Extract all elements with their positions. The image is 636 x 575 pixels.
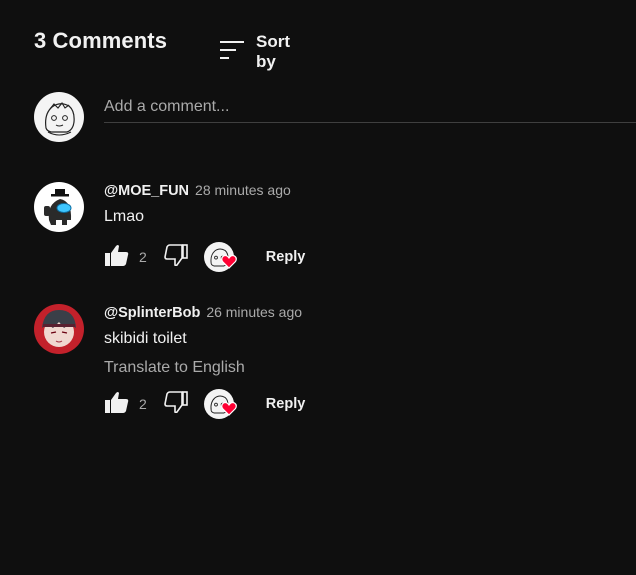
dislike-button[interactable] bbox=[163, 390, 189, 418]
like-count: 2 bbox=[139, 396, 147, 412]
comment-text: Lmao bbox=[104, 208, 145, 225]
thumb-up-icon bbox=[105, 244, 129, 271]
thumb-up-icon bbox=[105, 391, 129, 418]
comment-actions: 2 Reply bbox=[104, 387, 305, 421]
commenter-avatar[interactable] bbox=[34, 304, 84, 354]
comment-author[interactable]: @SplinterBob bbox=[104, 305, 200, 321]
sort-label: Sort by bbox=[256, 32, 290, 71]
comment-actions: 2 Reply bbox=[104, 240, 305, 274]
heart-icon bbox=[220, 254, 237, 274]
translate-button[interactable]: Translate to English bbox=[104, 359, 305, 377]
comment-meta: @SplinterBob 26 minutes ago bbox=[104, 304, 305, 321]
comment-author[interactable]: @MOE_FUN bbox=[104, 183, 189, 199]
comments-header: 3 Comments Sort by bbox=[34, 28, 290, 71]
comment-body: @MOE_FUN 28 minutes ago Lmao 2 Reply bbox=[104, 182, 305, 274]
reply-button[interactable]: Reply bbox=[266, 396, 306, 412]
like-button[interactable] bbox=[104, 391, 130, 417]
comments-count: 3 Comments bbox=[34, 28, 168, 53]
heart-icon bbox=[220, 401, 237, 421]
current-user-avatar bbox=[34, 92, 84, 142]
creator-heart[interactable] bbox=[203, 242, 237, 274]
comment-text: skibidi toilet bbox=[104, 330, 187, 347]
comment-time[interactable]: 26 minutes ago bbox=[206, 304, 302, 320]
add-comment-input[interactable] bbox=[104, 92, 636, 123]
commenter-avatar[interactable] bbox=[34, 182, 84, 232]
like-count: 2 bbox=[139, 249, 147, 265]
dislike-button[interactable] bbox=[163, 243, 189, 271]
comment-time[interactable]: 28 minutes ago bbox=[195, 182, 291, 198]
comment-meta: @MOE_FUN 28 minutes ago bbox=[104, 182, 305, 199]
add-comment-row bbox=[34, 92, 636, 142]
comment-body: @SplinterBob 26 minutes ago skibidi toil… bbox=[104, 304, 305, 421]
reply-button[interactable]: Reply bbox=[266, 249, 306, 265]
creator-heart[interactable] bbox=[203, 389, 237, 421]
sort-button[interactable]: Sort by bbox=[220, 32, 290, 72]
thumb-down-icon bbox=[163, 390, 188, 418]
sort-icon bbox=[220, 39, 244, 66]
like-button[interactable] bbox=[104, 244, 130, 270]
thumb-down-icon bbox=[163, 243, 188, 271]
